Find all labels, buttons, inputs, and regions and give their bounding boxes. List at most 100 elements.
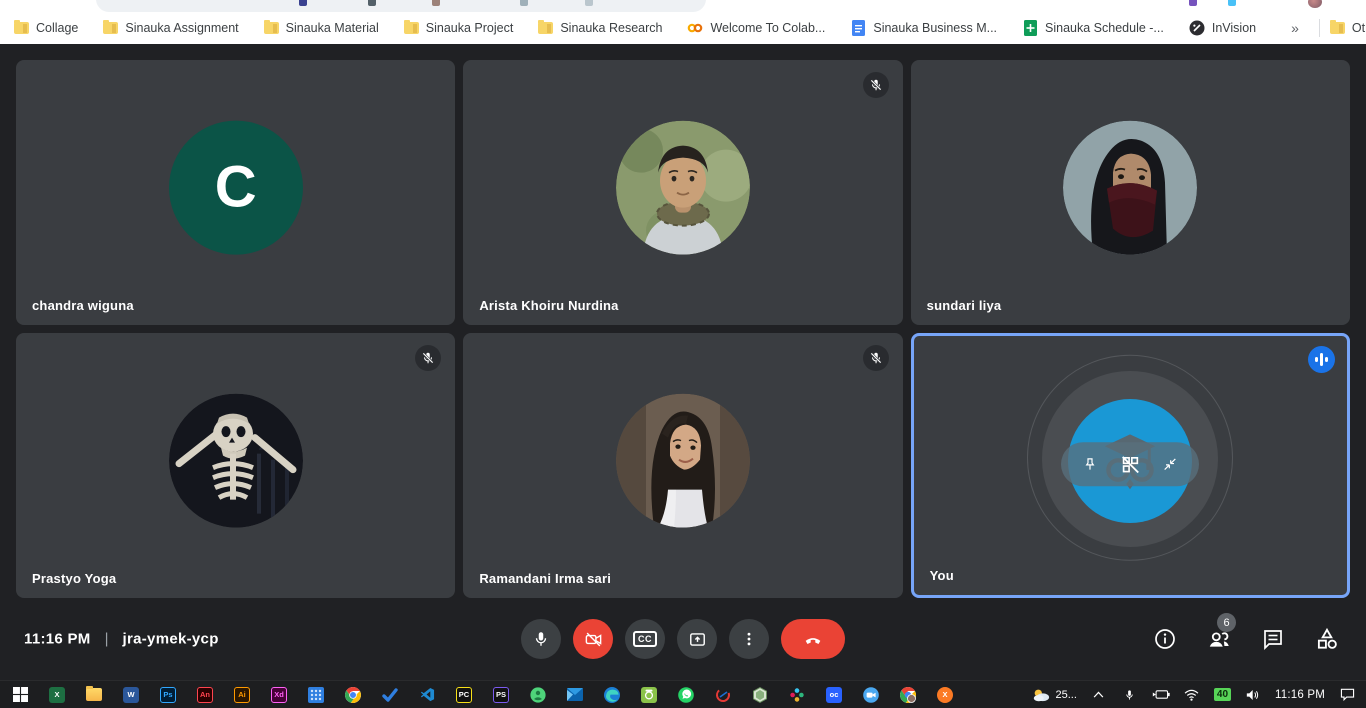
bookmark-invision[interactable]: InVision [1189,20,1256,36]
extension-icon-sliver[interactable] [299,0,307,6]
captions-button[interactable]: CC [625,619,665,659]
taskbar-android-cam[interactable] [640,686,658,704]
extension-icon-sliver[interactable] [368,0,376,6]
meet-main: C chandra wiguna [0,44,1366,680]
start-button[interactable] [11,686,29,704]
action-center-button[interactable] [1338,686,1356,704]
profile-photo [169,393,303,527]
taskbar-chrome[interactable] [344,686,362,704]
participant-name: sundari liya [927,298,1002,313]
more-options-button[interactable] [729,619,769,659]
activities-button[interactable] [1314,626,1340,652]
present-button[interactable] [677,619,717,659]
participants-button[interactable]: 6 [1206,626,1232,652]
taskbar-hexagon-app[interactable] [751,686,769,704]
minimize-icon [1162,456,1178,472]
extension-icon-sliver[interactable] [432,0,440,6]
tray-microphone[interactable] [1121,686,1139,704]
participant-name: Ramandani Irma sari [479,571,611,586]
participant-name: Prastyo Yoga [32,571,116,586]
chevron-up-icon [1093,691,1104,698]
taskbar-red-app[interactable] [714,686,732,704]
taskbar-chrome-profile[interactable] [899,686,917,704]
taskbar-green-app[interactable] [529,686,547,704]
participant-name: You [930,568,954,583]
windows-logo-icon [13,687,28,702]
extension-icon-sliver[interactable] [1228,0,1236,6]
bookmark-collage[interactable]: Collage [14,21,78,35]
taskbar-mail[interactable] [566,686,584,704]
taskbar-pycharm[interactable]: PC [455,686,473,704]
participant-tile-sundari-liya[interactable]: sundari liya [911,60,1350,325]
taskbar-check-app[interactable] [381,686,399,704]
taskbar-edge[interactable] [603,686,621,704]
bookmark-label: Sinauka Research [560,21,662,35]
extension-icon-sliver[interactable] [520,0,528,6]
extension-icon-sliver[interactable] [585,0,593,6]
taskbar-illustrator[interactable]: Ai [233,686,251,704]
taskbar-adobe-xd[interactable]: Xd [270,686,288,704]
browser-profile-avatar[interactable] [1308,0,1322,8]
mic-muted-badge [415,345,441,371]
mic-off-icon [869,351,883,365]
tray-expand-chevron[interactable] [1090,686,1108,704]
hexagon-icon [752,687,768,703]
bookmark-sinauka-material[interactable]: Sinauka Material [264,21,379,35]
bookmark-label: Sinauka Assignment [125,21,238,35]
participant-tile-prastyo-yoga[interactable]: Prastyo Yoga [16,333,455,598]
present-screen-icon [688,630,707,649]
tray-volume[interactable] [1244,686,1262,704]
bookmark-sinauka-business[interactable]: Sinauka Business M... [850,20,997,36]
weather-icon [1032,688,1050,702]
tray-clock[interactable]: 11:16 PM [1275,689,1325,701]
meeting-details-button[interactable] [1152,626,1178,652]
bookmark-colab[interactable]: Welcome To Colab... [687,20,825,36]
microphone-button[interactable] [521,619,561,659]
tray-battery[interactable] [1152,686,1170,704]
folder-icon [1330,22,1345,34]
taskbar-vscode[interactable] [418,686,436,704]
other-bookmarks-button[interactable]: Other bookmarks [1330,21,1366,35]
address-bar-sliver[interactable] [96,0,706,12]
folder-icon [538,22,553,34]
weather-widget[interactable]: 25... [1032,688,1076,702]
chat-button[interactable] [1260,626,1286,652]
taskbar-excel[interactable]: X [48,686,66,704]
grid-off-button[interactable] [1117,451,1143,477]
participant-tile-you[interactable]: You [911,333,1350,598]
participant-tile-ramandani-irma-sari[interactable]: Ramandani Irma sari [463,333,902,598]
meeting-details[interactable]: 11:16 PM | jra-ymek-ycp [24,631,219,648]
taskbar-animate[interactable]: An [196,686,214,704]
participant-grid: C chandra wiguna [16,60,1350,598]
battery-percent-badge[interactable]: 40 [1214,688,1231,701]
bookmark-label: Sinauka Business M... [873,21,997,35]
mic-off-icon [869,78,883,92]
tray-wifi[interactable] [1183,686,1201,704]
taskbar-photoshop[interactable]: Ps [159,686,177,704]
kebab-menu-icon [740,630,758,648]
bookmark-sinauka-research[interactable]: Sinauka Research [538,21,662,35]
taskbar-video-app[interactable] [862,686,880,704]
bookmark-sinauka-schedule[interactable]: Sinauka Schedule -... [1022,20,1164,36]
camera-off-button[interactable] [573,619,613,659]
taskbar-phpstorm[interactable]: PS [492,686,510,704]
mic-off-icon [421,351,435,365]
participant-tile-chandra-wiguna[interactable]: C chandra wiguna [16,60,455,325]
taskbar-word[interactable]: W [122,686,140,704]
extension-icon-sliver[interactable] [1189,0,1197,6]
info-icon [1153,627,1177,651]
taskbar-file-explorer[interactable] [85,686,103,704]
taskbar-xampp[interactable]: X [936,686,954,704]
end-call-button[interactable] [781,619,845,659]
bookmark-sinauka-project[interactable]: Sinauka Project [404,21,514,35]
taskbar-whatsapp[interactable] [677,686,695,704]
taskbar-slack-like-app[interactable] [788,686,806,704]
bookmarks-overflow-chevron[interactable]: » [1281,20,1309,36]
participant-tile-arista-khoiru-nurdina[interactable]: Arista Khoiru Nurdina [463,60,902,325]
taskbar-oc-app[interactable]: oc [825,686,843,704]
pin-button[interactable] [1079,453,1101,475]
bookmark-sinauka-assignment[interactable]: Sinauka Assignment [103,21,238,35]
meeting-clock: 11:16 PM [24,631,91,648]
taskbar-calendar-app[interactable] [307,686,325,704]
minimize-button[interactable] [1159,453,1181,475]
